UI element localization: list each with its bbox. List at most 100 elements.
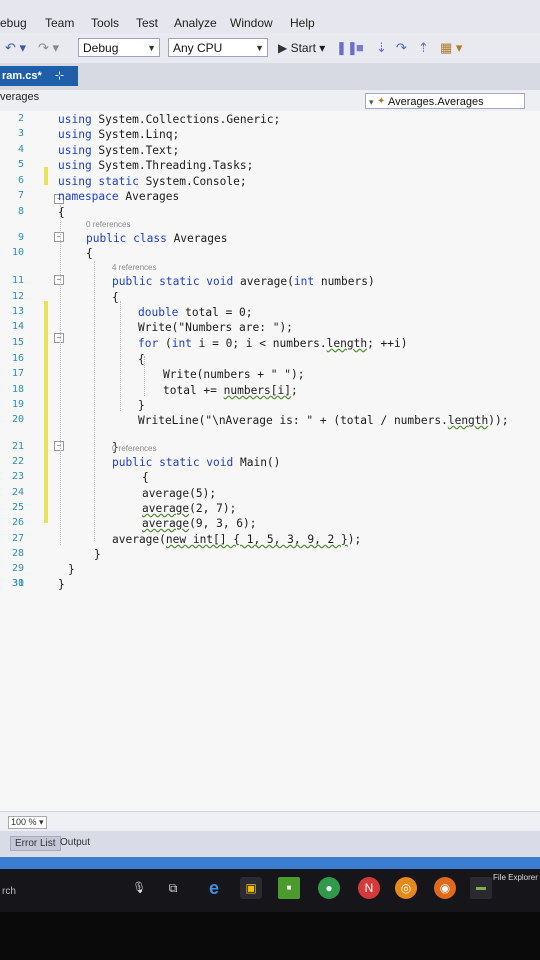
line-number: 29 [11,563,24,574]
code-line[interactable]: 12 { [0,291,540,307]
step-icon[interactable]: ⇣ [376,40,387,56]
undo-icon[interactable]: ↶ ▾ [5,40,26,56]
code-line[interactable]: 18 total += numbers[i]; [0,384,540,400]
tab-row [0,63,540,90]
code-line[interactable]: 21} [0,441,540,457]
codelens-references[interactable]: 4 references [112,263,156,272]
code-line[interactable]: 17 Write(numbers + " "); [0,368,540,384]
code-token: length [326,337,368,350]
taskbar-search[interactable]: rch [2,886,16,897]
code-line[interactable]: 6 using static System.Console; [0,175,540,191]
code-line[interactable]: 31 [0,578,540,594]
code-line[interactable]: 24 average(5); [0,487,540,503]
code-line[interactable]: 13 double total = 0; [0,306,540,322]
hex-icon[interactable]: ▦ ▾ [440,40,462,56]
code-line[interactable]: 25 average(2, 7); [0,502,540,518]
play-icon: ▶ [278,41,291,55]
code-text: average(9, 3, 6); [142,517,257,530]
code-line[interactable]: 4 using System.Text; [0,144,540,160]
code-line[interactable]: 20 WriteLine("\nAverage is: " + (total / … [0,414,540,430]
line-number: 24 [11,487,24,498]
code-token: } [94,548,101,561]
step-out-icon[interactable]: ⇡ [418,40,429,56]
code-line[interactable]: 3 using System.Linq; [0,128,540,144]
code-line[interactable]: 14 Write("Numbers are: "); [0,321,540,337]
menu-debug[interactable]: ebug [0,16,27,30]
menu-team[interactable]: Team [45,16,74,30]
tab-error-list[interactable]: Error List [10,836,61,851]
line-number: 6 [17,175,24,186]
code-line[interactable]: 19} [0,399,540,415]
line-number: 14 [11,321,24,332]
menu-test[interactable]: Test [136,16,158,30]
app-icon[interactable]: ▬ [470,877,492,899]
keyword: using [58,144,99,157]
pin-icon[interactable]: ⊹ [55,70,64,82]
store-icon[interactable]: ▣ [240,877,262,899]
code-token: Write("Numbers are: "); [138,321,293,334]
code-line[interactable]: 2 using System.Collections.Generic; [0,113,540,129]
platform-dropdown[interactable]: Any CPU ▼ [168,38,268,57]
code-line[interactable]: 29} [0,563,540,579]
codelens-references[interactable]: 0 references [112,444,156,453]
code-line[interactable]: 10 { [0,247,540,263]
menu-analyze[interactable]: Analyze [174,16,217,30]
file-explorer-label[interactable]: File Explorer [493,873,538,882]
code-line[interactable]: 9 public class Averages [0,232,540,248]
step-into-icon[interactable]: ↷ [396,40,407,56]
code-line[interactable]: 26 average(9, 3, 6); [0,517,540,533]
chrome-icon[interactable]: ◎ [395,877,417,899]
code-token: } [138,399,145,412]
code-token: ( [164,337,172,350]
code-text: double total = 0; [138,306,253,319]
redo-icon[interactable]: ↷ ▾ [38,40,59,56]
code-line[interactable]: 5 using System.Threading.Tasks; [0,159,540,175]
code-text: } [68,563,75,576]
tab-program-cs[interactable]: ram.cs* ⊹ ✕ [0,66,78,102]
code-token: average [142,517,190,530]
code-token: { [138,353,145,366]
code-token: total = 0; [185,306,253,319]
project-dropdown[interactable]: verages [0,91,39,103]
menu-help[interactable]: Help [290,16,315,30]
start-button[interactable]: ▶ Start ▾ [278,41,325,55]
task-view-icon[interactable]: ⧉ [162,877,184,899]
code-text: Write("Numbers are: "); [138,321,293,334]
code-line[interactable]: 23 { [0,471,540,487]
code-text: { [112,291,119,304]
tab-output[interactable]: Output [56,836,94,849]
code-line[interactable]: 7 namespace Averages [0,190,540,206]
type-dropdown[interactable]: ▾ ✦ Averages.Averages [365,93,525,109]
code-line[interactable]: 28} [0,548,540,564]
code-line[interactable]: 8{ [0,206,540,222]
microphone-icon[interactable]: 🎙 [128,877,150,899]
chevron-down-icon: ▼ [255,43,264,53]
code-line[interactable]: 11 public static void average(int numbers… [0,275,540,291]
pause-icon[interactable]: ❚❚ [336,40,358,56]
code-token: System.Linq; [98,128,180,141]
firefox-icon[interactable]: ◉ [434,877,456,899]
configuration-dropdown[interactable]: Debug ▼ [78,38,160,57]
stop-icon[interactable]: ■ [356,40,364,55]
app-icon[interactable]: ■ [278,877,300,899]
netflix-icon[interactable]: N [358,877,380,899]
menu-tools[interactable]: Tools [91,16,119,30]
menu-window[interactable]: Window [230,16,273,30]
code-token: ; [290,384,298,397]
maps-icon[interactable]: ● [318,877,340,899]
code-text: namespace Averages [58,190,179,203]
code-text: average(new int[] { 1, 5, 3, 9, 2 }); [112,533,361,546]
code-line[interactable]: 22 public static void Main() [0,456,540,472]
code-editor[interactable]: − − − − − 2 using System.Collections.Gene… [0,111,540,811]
code-line[interactable]: 15 for (int i = 0; i < numbers.length; ++… [0,337,540,353]
code-line[interactable]: 27 average(new int[] { 1, 5, 3, 9, 2 }); [0,533,540,549]
codelens-references[interactable]: 0 references [86,220,130,229]
code-token: System.Console; [145,175,247,188]
code-line[interactable]: 16 { [0,353,540,369]
code-token: ); [347,533,362,546]
line-number: 22 [11,456,24,467]
line-number: 2 [17,113,24,124]
code-token: Averages [173,232,228,245]
zoom-dropdown[interactable]: 100 % ▾ [8,816,47,829]
edge-icon[interactable]: e [203,877,225,899]
